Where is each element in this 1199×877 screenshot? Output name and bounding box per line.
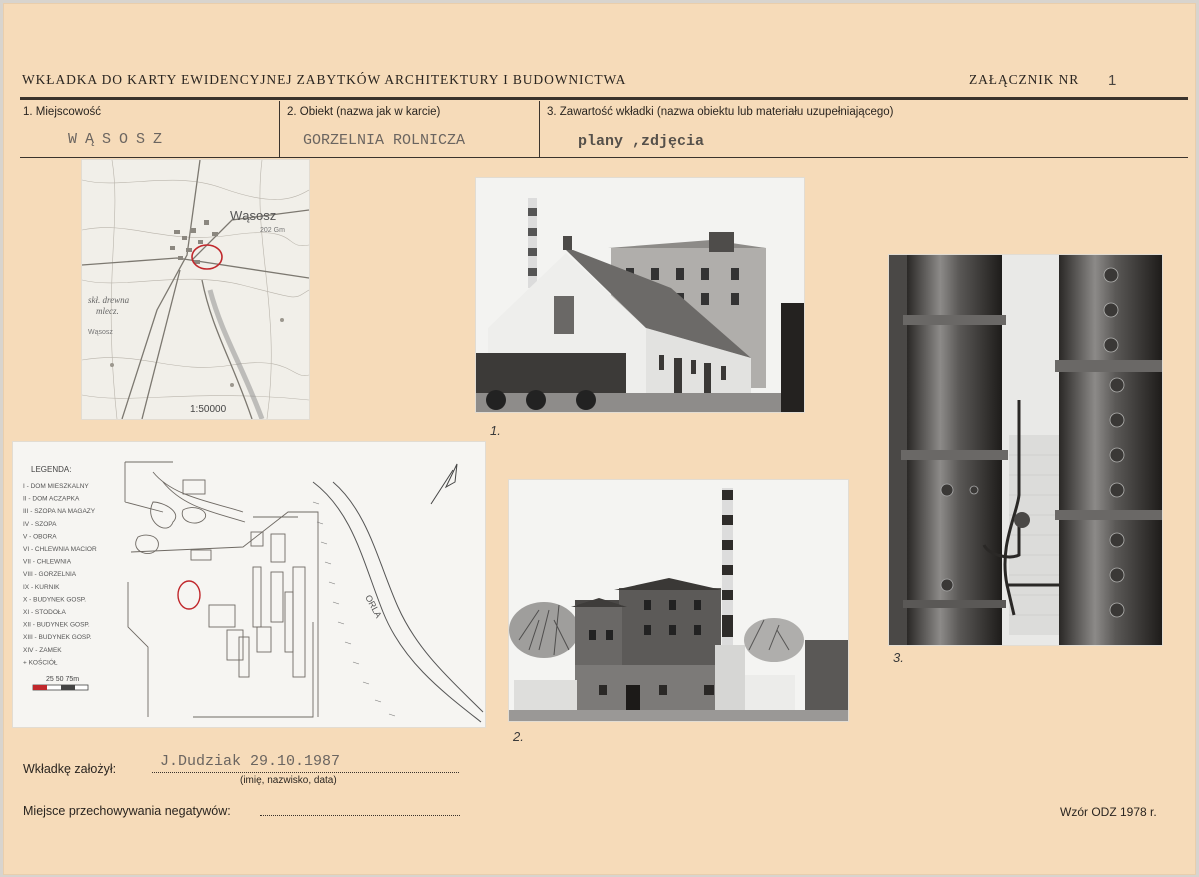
plan-legend-item: XIII - BUDYNEK GOSP. <box>23 634 92 641</box>
plan-legend-item: IX - KURNIK <box>23 584 60 591</box>
plan-legend-item: V - OBORA <box>23 533 57 540</box>
field-separator-2 <box>539 101 540 157</box>
map-town-label: Wąsosz <box>230 208 276 223</box>
plan-legend-item: IV - SZOPA <box>23 521 57 528</box>
plan-legend-item: VII - CHLEWNIA <box>23 559 72 566</box>
site-plan: LEGENDA: I - DOM MIESZKALNY II - DOM ACZA… <box>13 442 485 727</box>
photo-2-distillery-building <box>509 480 848 721</box>
founded-by-line <box>152 772 459 773</box>
fields-bottom-rule <box>20 157 1188 158</box>
negatives-location-label: Miejsce przechowywania negatywów: <box>23 804 231 818</box>
map-town-small-label: Wąsosz <box>88 329 113 336</box>
plan-legend-item: III - SZOPA NA MAGAZY <box>23 508 96 515</box>
field-separator-1 <box>279 101 280 157</box>
content-label: 3. Zawartość wkładki (nazwa obiektu lub … <box>547 106 894 118</box>
plan-legend-title: LEGENDA: <box>31 465 71 474</box>
map-elevation-label: 202 Gm <box>260 227 285 234</box>
photo-3-distillation-columns <box>889 255 1162 645</box>
plan-legend-item: X - BUDYNEK GOSP. <box>23 596 86 603</box>
object-label: 2. Obiekt (nazwa jak w karcie) <box>287 106 441 118</box>
map-scale: 1:50000 <box>190 404 227 415</box>
plan-legend-item: XI - STODOŁA <box>23 609 67 616</box>
form-code: Wzór ODZ 1978 r. <box>1060 805 1157 819</box>
photo-2-number: 2. <box>513 729 524 744</box>
plan-legend-item: VI - CHLEWNIA MACIOR <box>23 546 97 553</box>
plan-legend-item: XIV - ZAMEK <box>23 647 62 654</box>
object-value: GORZELNIA ROLNICZA <box>303 132 466 149</box>
plan-legend-item: I - DOM MIESZKALNY <box>23 483 89 490</box>
plan-legend-item: II - DOM ACZAPKA <box>23 496 80 503</box>
plan-legend-item: XII - BUDYNEK GOSP. <box>23 622 90 629</box>
map-mill-label: skł. drewna <box>88 295 130 305</box>
card-title: WKŁADKA DO KARTY EWIDENCYJNEJ ZABYTKÓW A… <box>22 72 627 87</box>
map-dairy-label: mlecz. <box>96 306 119 316</box>
locality-value: WĄSOSZ <box>68 131 171 148</box>
plan-legend-item: + KOŚCIÓŁ <box>23 657 58 666</box>
founded-by-caption: (imię, nazwisko, data) <box>240 775 337 786</box>
founded-by-label: Wkładkę założył: <box>23 762 117 776</box>
photo-1-distillery-house <box>476 178 804 412</box>
founded-by-value: J.Dudziak 29.10.1987 <box>160 753 341 770</box>
plan-scale-text: 25 50 75m <box>46 676 79 683</box>
negatives-location-line <box>260 815 460 816</box>
attachment-number: 1 <box>1108 72 1117 89</box>
attachment-label: ZAŁĄCZNIK NR <box>969 72 1080 87</box>
content-value: plany ,zdjęcia <box>578 133 705 150</box>
locality-label: 1. Miejscowość <box>23 106 101 118</box>
location-map: Wąsosz 202 Gm skł. drewna mlecz. Wąsosz … <box>82 160 309 419</box>
photo-1-number: 1. <box>490 423 501 438</box>
plan-legend-item: VIII - GORZELNIA <box>23 571 77 578</box>
photo-3-number: 3. <box>893 650 904 665</box>
header-rule <box>20 97 1188 100</box>
